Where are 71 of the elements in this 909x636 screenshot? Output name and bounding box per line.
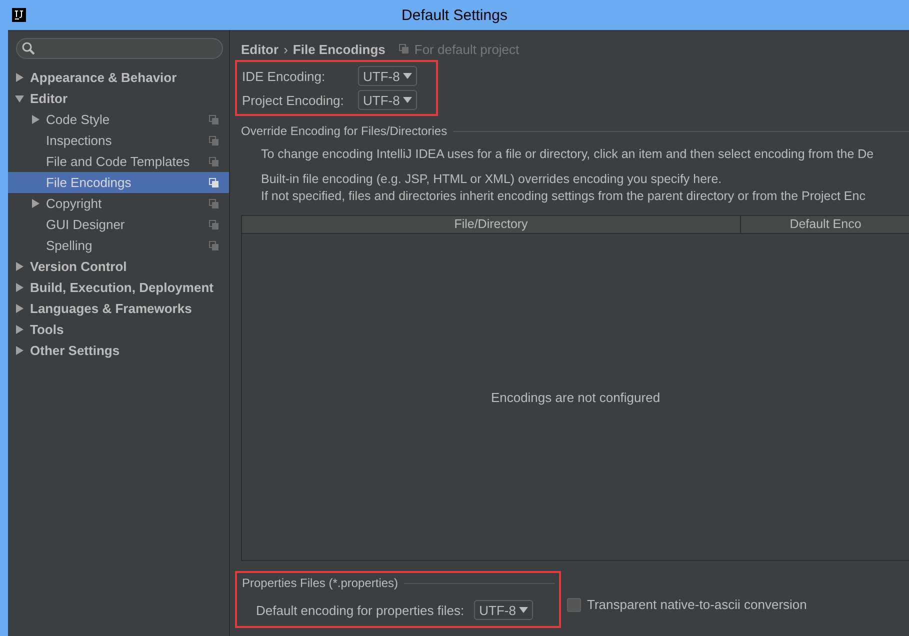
field-label: Project Encoding: — [242, 92, 345, 108]
tree-item[interactable]: Tools — [8, 319, 229, 340]
tree-item[interactable]: Version Control — [8, 256, 229, 277]
tree-item-label: Inspections — [46, 133, 113, 148]
section-title: Override Encoding for Files/Directories — [241, 124, 448, 138]
tree-item[interactable]: Appearance & Behavior — [8, 67, 229, 88]
tree-item-label: Other Settings — [30, 343, 121, 358]
collapsed-arrow-icon[interactable] — [15, 73, 24, 82]
tree-item[interactable]: Other Settings — [8, 340, 229, 361]
expanded-arrow-icon[interactable] — [15, 94, 24, 103]
tree-item[interactable]: Inspections — [8, 130, 229, 151]
copy-icon — [209, 198, 219, 208]
breadcrumb-current: File Encodings — [292, 42, 386, 56]
copy-icon — [209, 220, 219, 230]
caret-icon — [402, 73, 412, 79]
copy-icon — [209, 178, 219, 188]
tree-item-label: Spelling — [46, 238, 94, 253]
encoding-dropdown[interactable]: UTF-8 — [474, 600, 533, 620]
field-label: IDE Encoding: — [242, 68, 326, 84]
tree-item-label: Build, Execution, Deployment — [30, 280, 214, 295]
tree-item[interactable]: File and Code Templates — [8, 151, 229, 172]
tree-item[interactable]: Editor — [8, 88, 229, 109]
encoding-dropdown[interactable]: UTF-8 — [358, 90, 417, 110]
search-field[interactable] — [16, 38, 223, 59]
checkbox[interactable] — [567, 598, 581, 612]
tree-item[interactable]: Build, Execution, Deployment — [8, 277, 229, 298]
tree-item[interactable]: Spelling — [8, 235, 229, 256]
tree-item-label: Editor — [30, 91, 69, 106]
column-header[interactable]: File/Directory — [242, 216, 741, 233]
tree-item[interactable]: GUI Designer — [8, 214, 229, 235]
section-title: Properties Files (*.properties) — [242, 576, 398, 590]
collapsed-arrow-icon[interactable] — [15, 304, 24, 313]
collapsed-arrow-icon[interactable] — [15, 262, 24, 271]
collapsed-arrow-icon[interactable] — [31, 115, 40, 124]
tree-item[interactable]: File Encodings — [8, 172, 229, 193]
field-label: Default encoding for properties files: — [256, 602, 464, 618]
tree-item-label: Version Control — [30, 259, 128, 274]
copy-icon — [209, 114, 219, 124]
checkbox-label: Transparent native-to-ascii conversion — [587, 597, 807, 612]
tree-item-label: GUI Designer — [46, 217, 126, 232]
breadcrumb-separator: › — [284, 42, 288, 56]
tree-item-label: File and Code Templates — [46, 154, 191, 169]
breadcrumb-parent: Editor — [241, 42, 279, 56]
tree-item[interactable]: Copyright — [8, 193, 229, 214]
copy-icon — [399, 44, 410, 54]
collapsed-arrow-icon[interactable] — [31, 199, 40, 208]
caret-icon — [402, 97, 412, 103]
window-title: Default Settings — [402, 6, 508, 24]
tree-item-label: Tools — [30, 322, 65, 337]
caret-icon — [518, 607, 528, 613]
search-icon — [22, 42, 35, 55]
column-header[interactable]: Default Enco — [741, 216, 909, 233]
encoding-dropdown[interactable]: UTF-8 — [358, 66, 417, 86]
empty-table-text: Encodings are not configured — [490, 390, 660, 404]
tree-item-label: Languages & Frameworks — [30, 301, 193, 316]
tree-item-label: File Encodings — [46, 175, 132, 190]
tree-item-label: Appearance & Behavior — [30, 70, 178, 85]
tree-item-label: Code Style — [46, 112, 111, 127]
collapsed-arrow-icon[interactable] — [15, 346, 24, 355]
collapsed-arrow-icon[interactable] — [15, 283, 24, 292]
tree-item-label: Copyright — [46, 196, 103, 211]
collapsed-arrow-icon[interactable] — [15, 325, 24, 334]
description-text: To change encoding IntelliJ IDEA uses for a file or directory, click an item and then select encoding from the De — [260, 146, 875, 163]
description-text: Built-in file encoding (e.g. JSP, HTML or XML) overrides encoding you specify here. If not specified, files and directories inherit encoding settings from the parent directory or from the Project Enc — [260, 171, 866, 205]
tree-item[interactable]: Languages & Frameworks — [8, 298, 229, 319]
tree-item[interactable]: Code Style — [8, 109, 229, 130]
app-logo-icon — [12, 8, 26, 22]
scope-label: For default project — [414, 42, 520, 56]
copy-icon — [209, 156, 219, 166]
copy-icon — [209, 240, 219, 250]
copy-icon — [209, 136, 219, 146]
